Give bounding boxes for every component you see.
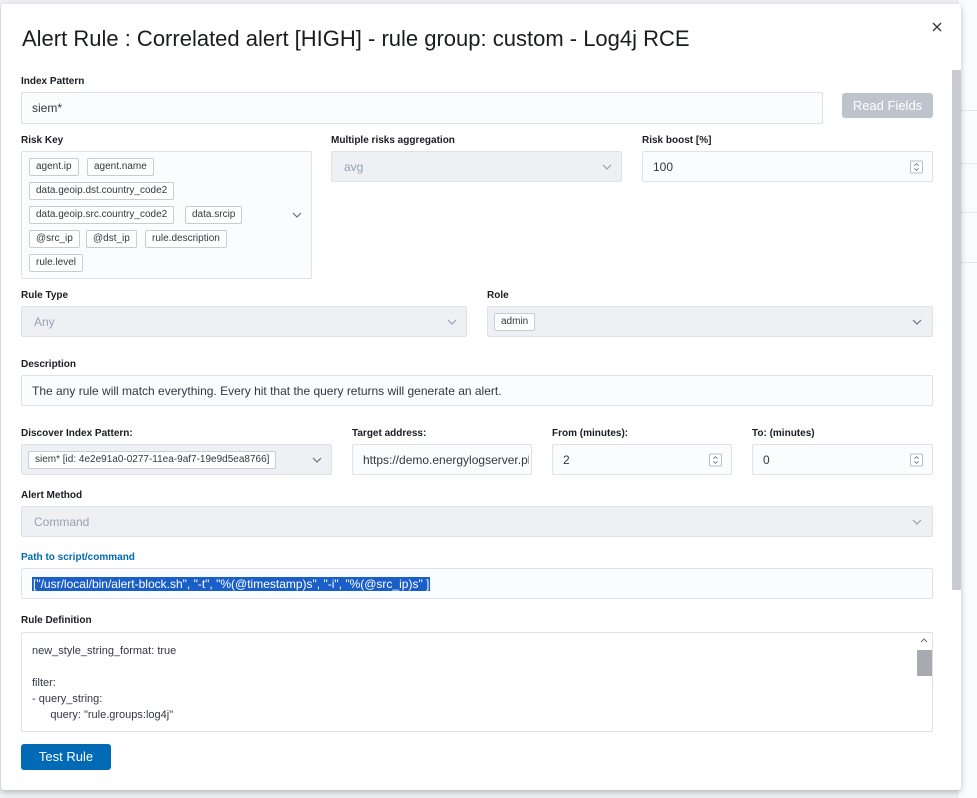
alert-rule-modal: Alert Rule : Correlated alert [HIGH] - r… <box>1 4 961 790</box>
risk-key-chip[interactable]: @src_ip <box>29 230 80 248</box>
rule-definition-editor[interactable]: new_style_string_format: true filter: - … <box>21 632 933 732</box>
risk-key-chip[interactable]: data.geoip.src.country_code2 <box>29 206 175 224</box>
risk-key-label: Risk Key <box>21 135 64 146</box>
chevron-down-icon <box>602 164 612 170</box>
scroll-up-icon[interactable] <box>920 637 928 643</box>
modal-scrollbar[interactable] <box>952 70 961 590</box>
alert-method-value: Command <box>34 514 90 529</box>
chevron-down-icon[interactable] <box>312 457 322 463</box>
rule-type-value: Any <box>34 314 55 329</box>
risk-key-combobox[interactable]: agent.ip agent.name data.geoip.dst.count… <box>21 151 312 279</box>
target-address-input[interactable]: https://demo.energylogserver.pl <box>352 444 532 475</box>
role-combobox[interactable]: admin <box>487 306 933 337</box>
script-path-label: Path to script/command <box>21 552 135 563</box>
risk-key-chip[interactable]: agent.name <box>87 158 154 176</box>
chevron-down-icon[interactable] <box>292 212 302 218</box>
aggregation-label: Multiple risks aggregation <box>331 135 455 146</box>
rule-type-select[interactable]: Any <box>21 306 467 337</box>
index-pattern-value: siem* <box>32 101 63 115</box>
code-line: filter: <box>32 677 56 689</box>
code-line: new_style_string_format: true <box>32 645 177 657</box>
from-minutes-label: From (minutes): <box>552 428 629 439</box>
close-icon[interactable] <box>930 20 944 34</box>
rule-type-label: Rule Type <box>21 290 69 301</box>
risk-key-chip[interactable]: rule.description <box>145 230 227 248</box>
to-minutes-input[interactable]: 0 <box>752 444 933 475</box>
description-label: Description <box>21 359 77 370</box>
to-minutes-value: 0 <box>763 452 770 467</box>
aggregation-value: avg <box>344 159 364 174</box>
index-pattern-label: Index Pattern <box>21 76 85 87</box>
stepper-icon[interactable] <box>910 160 923 173</box>
alert-method-label: Alert Method <box>21 490 83 501</box>
code-line: - query_string: <box>32 693 103 705</box>
to-minutes-label: To: (minutes) <box>752 428 815 439</box>
role-label: Role <box>487 290 509 301</box>
index-pattern-input[interactable]: siem* <box>21 92 823 124</box>
code-line: query: "rule.groups:log4j" <box>32 709 174 721</box>
target-address-value: https://demo.energylogserver.pl <box>363 452 529 467</box>
role-chip[interactable]: admin <box>494 313 536 331</box>
chevron-down-icon <box>447 319 457 325</box>
target-address-label: Target address: <box>352 428 427 439</box>
stepper-icon[interactable] <box>709 453 722 466</box>
script-path-input[interactable]: ["/usr/local/bin/alert-block.sh", "-t", … <box>21 568 933 599</box>
discover-index-pattern-chip[interactable]: siem* [id: 4e2e91a0-0277-11ea-9af7-19e9d… <box>28 451 277 469</box>
editor-scrollbar-thumb[interactable] <box>917 650 932 676</box>
read-fields-button[interactable]: Read Fields <box>842 93 933 118</box>
stepper-icon[interactable] <box>910 453 923 466</box>
chevron-down-icon <box>912 519 922 525</box>
risk-boost-value: 100 <box>653 159 674 174</box>
risk-boost-label: Risk boost [%] <box>642 135 712 146</box>
test-rule-button[interactable]: Test Rule <box>21 744 111 770</box>
risk-key-chip[interactable]: rule.level <box>29 254 84 272</box>
risk-key-chip[interactable]: data.srcip <box>185 206 243 224</box>
chevron-down-icon[interactable] <box>912 319 922 325</box>
script-path-text: ["/usr/local/bin/alert-block.sh", "-t", … <box>32 576 431 591</box>
modal-title: Alert Rule : Correlated alert [HIGH] - r… <box>22 26 690 51</box>
risk-key-chip[interactable]: data.geoip.dst.country_code2 <box>29 182 175 200</box>
discover-index-pattern-combobox[interactable]: siem* [id: 4e2e91a0-0277-11ea-9af7-19e9d… <box>21 444 332 475</box>
from-minutes-value: 2 <box>563 452 570 467</box>
description-value: The any rule will match everything. Ever… <box>32 383 502 398</box>
from-minutes-input[interactable]: 2 <box>552 444 732 475</box>
risk-key-chip[interactable]: agent.ip <box>29 158 79 176</box>
rule-definition-label: Rule Definition <box>21 615 92 626</box>
discover-index-pattern-label: Discover Index Pattern: <box>21 428 133 439</box>
alert-method-select[interactable]: Command <box>21 506 933 537</box>
aggregation-select[interactable]: avg <box>331 151 622 182</box>
script-path-value: ["/usr/local/bin/alert-block.sh", "-t", … <box>32 576 431 591</box>
description-input[interactable]: The any rule will match everything. Ever… <box>21 375 933 406</box>
risk-key-chip[interactable]: @dst_ip <box>86 230 137 248</box>
risk-boost-input[interactable]: 100 <box>642 151 933 182</box>
